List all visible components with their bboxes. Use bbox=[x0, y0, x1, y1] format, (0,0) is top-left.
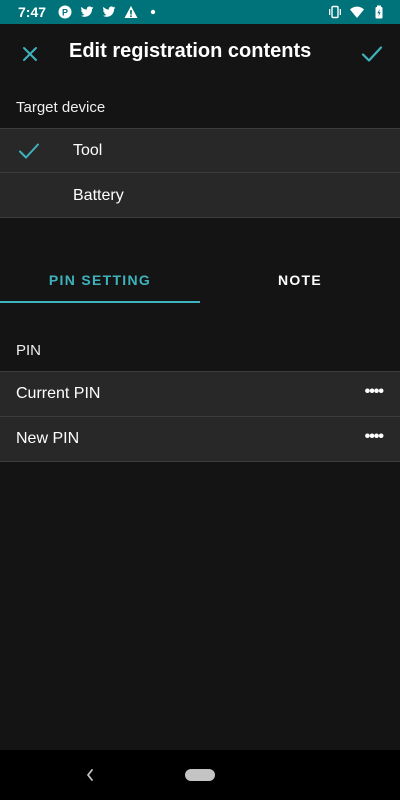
battery-icon bbox=[372, 5, 386, 19]
save-button[interactable] bbox=[356, 38, 388, 70]
warning-icon bbox=[124, 5, 138, 19]
current-pin-label: Current PIN bbox=[16, 385, 101, 402]
page-title: Edit registration contents bbox=[69, 40, 312, 62]
vibrate-icon bbox=[328, 5, 342, 19]
twitter-icon bbox=[102, 5, 116, 19]
tab-pin-setting[interactable]: PIN SETTING bbox=[0, 257, 200, 303]
pin-section-label: PIN bbox=[16, 342, 42, 359]
device-option-tool[interactable]: Tool bbox=[0, 128, 400, 172]
close-button[interactable] bbox=[14, 38, 46, 70]
p-badge-icon: P bbox=[58, 5, 72, 19]
close-icon bbox=[22, 46, 38, 62]
tab-label: NOTE bbox=[277, 272, 323, 288]
back-button[interactable] bbox=[80, 765, 100, 785]
device-option-battery[interactable]: Battery bbox=[0, 172, 400, 218]
current-pin-value: •••• bbox=[364, 383, 384, 400]
back-icon bbox=[85, 768, 95, 782]
check-icon bbox=[18, 141, 40, 161]
tab-note[interactable]: NOTE bbox=[200, 257, 400, 303]
svg-text:P: P bbox=[62, 8, 68, 18]
tab-label: PIN SETTING bbox=[48, 272, 152, 288]
tab-indicator bbox=[0, 301, 200, 303]
wifi-icon bbox=[350, 5, 364, 19]
new-pin-value: •••• bbox=[364, 428, 384, 445]
status-bar: 7:47 P bbox=[0, 0, 400, 24]
new-pin-field[interactable]: New PIN •••• bbox=[0, 416, 400, 462]
app-bar: Edit registration contents bbox=[0, 24, 400, 84]
current-pin-field[interactable]: Current PIN •••• bbox=[0, 371, 400, 416]
status-time: 7:47 bbox=[18, 4, 47, 20]
tab-bar: PIN SETTING NOTE bbox=[0, 257, 400, 303]
new-pin-label: New PIN bbox=[16, 430, 80, 447]
check-icon bbox=[361, 45, 383, 63]
twitter-icon bbox=[80, 5, 94, 19]
navigation-bar bbox=[0, 750, 400, 800]
device-option-label: Tool bbox=[73, 142, 103, 159]
target-device-label: Target device bbox=[16, 99, 106, 116]
dot-icon bbox=[146, 5, 160, 19]
device-option-label: Battery bbox=[73, 187, 124, 204]
home-button[interactable] bbox=[185, 769, 215, 781]
